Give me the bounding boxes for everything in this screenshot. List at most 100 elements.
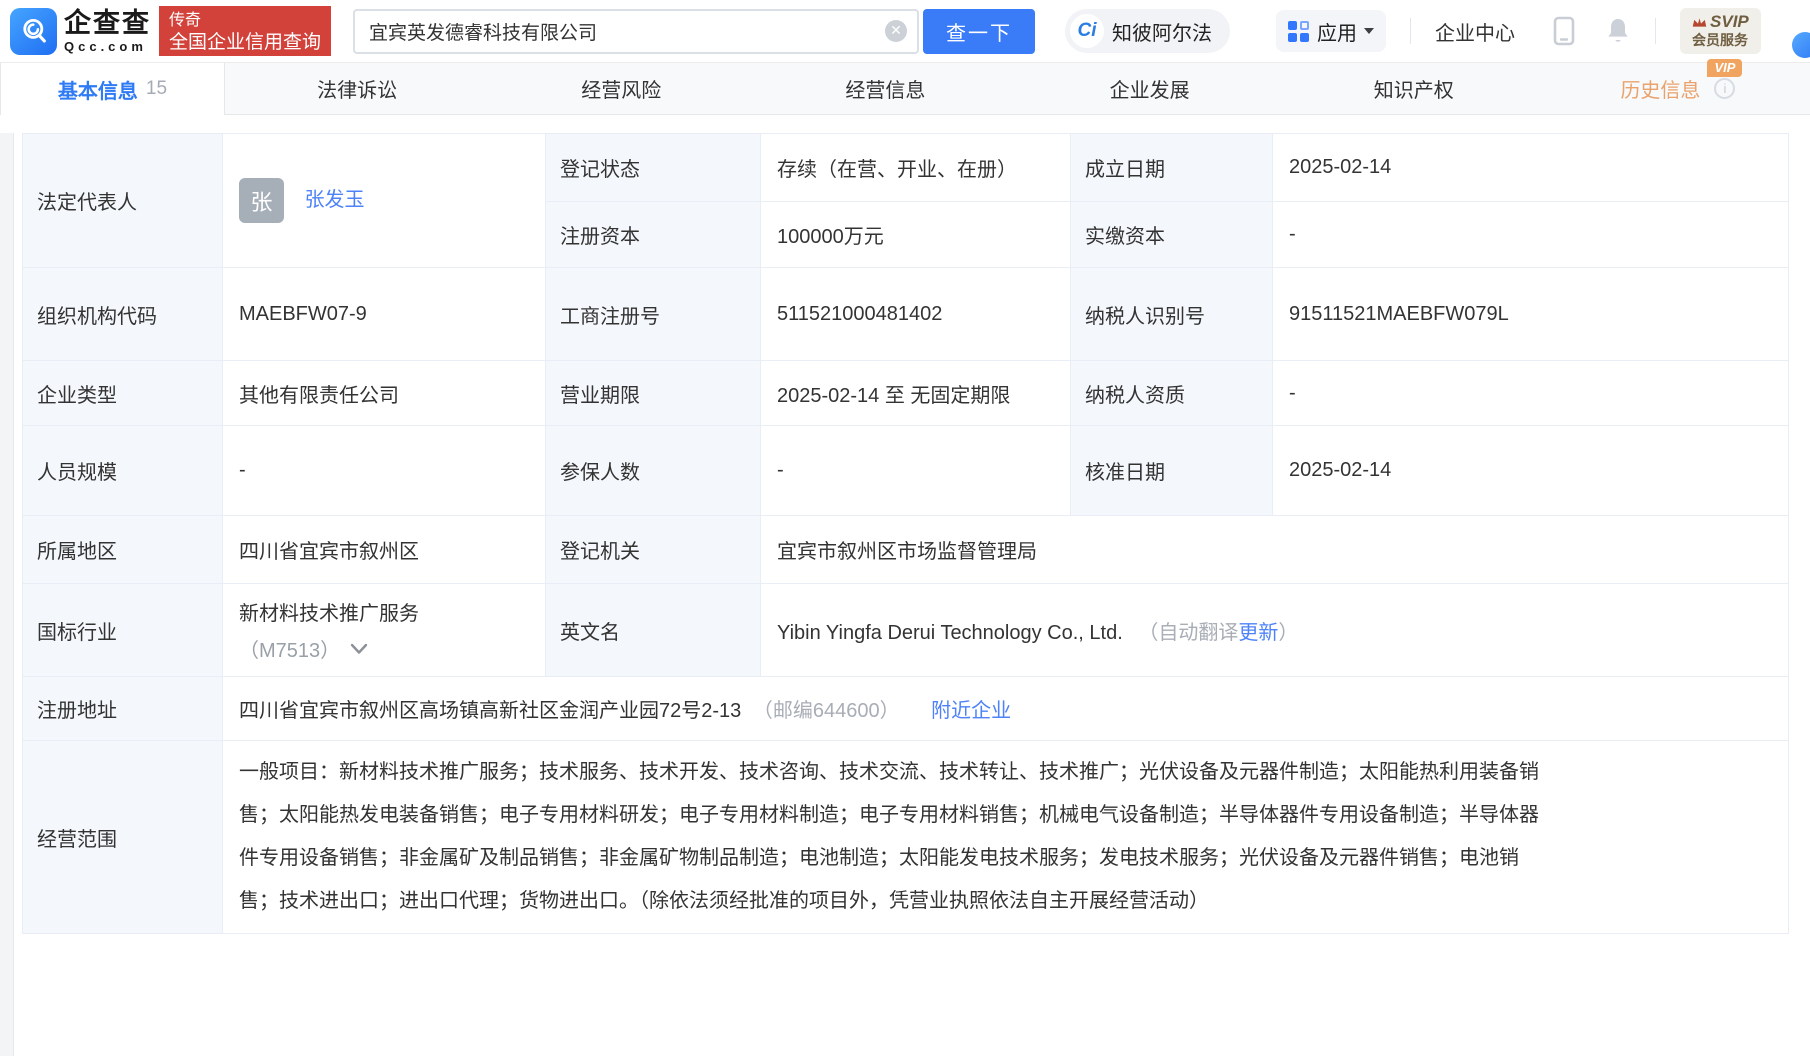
table-row: 组织机构代码 MAEBFW07-9 工商注册号 511521000481402 … bbox=[23, 268, 1789, 361]
divider bbox=[1410, 18, 1411, 44]
left-gutter bbox=[0, 133, 14, 1056]
field-label-industry: 国标行业 bbox=[23, 584, 223, 677]
field-label-org-code: 组织机构代码 bbox=[23, 268, 223, 361]
enterprise-center-link[interactable]: 企业中心 bbox=[1435, 17, 1515, 46]
legal-rep-link[interactable]: 张发玉 bbox=[305, 189, 365, 211]
chevron-down-icon bbox=[1364, 28, 1374, 34]
company-basic-info-table: 法定代表人 张 张发玉 登记状态 存续（在营、开业、在册） 成立日期 2025-… bbox=[22, 133, 1789, 934]
section-tabbar: 基本信息 15 法律诉讼 经营风险 经营信息 企业发展 知识产权 历史信息 VI… bbox=[0, 62, 1810, 115]
promo-line1: 传奇 bbox=[169, 11, 321, 31]
field-label-business-scope: 经营范围 bbox=[23, 741, 223, 934]
notifications-bell-icon[interactable] bbox=[1605, 17, 1631, 45]
chevron-down-icon[interactable] bbox=[350, 643, 368, 655]
zhipi-alpha-icon: Ci bbox=[1070, 14, 1104, 48]
svip-line1: SVIP bbox=[1692, 12, 1749, 32]
apps-label: 应用 bbox=[1317, 17, 1357, 46]
tab-intellectual-property[interactable]: 知识产权 bbox=[1282, 63, 1546, 114]
table-row: 国标行业 新材料技术推广服务 （M7513） 英文名 Yibin Yingfa … bbox=[23, 584, 1789, 677]
field-label-legal-rep: 法定代表人 bbox=[23, 134, 223, 268]
mobile-app-icon[interactable] bbox=[1553, 16, 1575, 46]
translate-note-prefix: （自动翻译 bbox=[1138, 622, 1238, 644]
table-row: 所属地区 四川省宜宾市叙州区 登记机关 宜宾市叙州区市场监督管理局 bbox=[23, 516, 1789, 584]
floating-widget-partial[interactable] bbox=[1792, 32, 1810, 58]
field-label-insured-count: 参保人数 bbox=[546, 426, 761, 516]
search-box: ✕ bbox=[353, 9, 919, 54]
field-value-english-name: Yibin Yingfa Derui Technology Co., Ltd. … bbox=[761, 584, 1789, 677]
field-label-english-name: 英文名 bbox=[546, 584, 761, 677]
industry-code-row: （M7513） bbox=[239, 634, 533, 663]
search-input[interactable] bbox=[353, 9, 919, 54]
svip-line2: 会员服务 bbox=[1692, 32, 1749, 49]
clear-icon[interactable]: ✕ bbox=[885, 20, 907, 42]
translate-note-suffix: ） bbox=[1278, 622, 1298, 644]
field-label-biz-reg-no: 工商注册号 bbox=[546, 268, 761, 361]
field-value-approval-date: 2025-02-14 bbox=[1273, 426, 1789, 516]
vip-badge: VIP bbox=[1707, 59, 1742, 77]
address-postcode: （邮编644600） bbox=[753, 700, 900, 722]
field-value-org-code: MAEBFW07-9 bbox=[223, 268, 546, 361]
table-row: 企业类型 其他有限责任公司 营业期限 2025-02-14 至 无固定期限 纳税… bbox=[23, 361, 1789, 426]
table-row: 经营范围 一般项目：新材料技术推广服务；技术服务、技术开发、技术咨询、技术交流、… bbox=[23, 741, 1789, 934]
crown-icon bbox=[1692, 17, 1707, 28]
field-value-biz-term: 2025-02-14 至 无固定期限 bbox=[761, 361, 1071, 426]
tab-basic-info[interactable]: 基本信息 15 bbox=[0, 63, 225, 115]
english-name: Yibin Yingfa Derui Technology Co., Ltd. bbox=[777, 622, 1123, 644]
brand-domain: Qcc.com bbox=[64, 40, 151, 53]
field-value-staff-size: - bbox=[223, 426, 546, 516]
tab-history-info[interactable]: 历史信息 VIP i bbox=[1546, 63, 1810, 114]
field-label-reg-status: 登记状态 bbox=[546, 134, 761, 202]
field-value-insured-count: - bbox=[761, 426, 1071, 516]
top-header: 企查查 Qcc.com 传奇 全国企业信用查询 ✕ 查一下 Ci 知彼阿尔法 应… bbox=[0, 0, 1810, 62]
svip-text: SVIP bbox=[1710, 12, 1749, 32]
table-row: 注册地址 四川省宜宾市叙州区高场镇高新社区金润产业园72号2-13 （邮编644… bbox=[23, 677, 1789, 741]
qcc-logo-text: 企查查 Qcc.com bbox=[64, 10, 151, 53]
field-label-taxpayer-quality: 纳税人资质 bbox=[1071, 361, 1273, 426]
search-button[interactable]: 查一下 bbox=[923, 9, 1035, 54]
tab-label: 基本信息 bbox=[58, 75, 138, 104]
zhipi-alpha-entry[interactable]: Ci 知彼阿尔法 bbox=[1065, 9, 1230, 53]
field-value-reg-authority: 宜宾市叙州区市场监督管理局 bbox=[761, 516, 1789, 584]
avatar[interactable]: 张 bbox=[239, 178, 284, 223]
zhipi-alpha-label: 知彼阿尔法 bbox=[1112, 17, 1212, 46]
table-row: 法定代表人 张 张发玉 登记状态 存续（在营、开业、在册） 成立日期 2025-… bbox=[23, 134, 1789, 202]
info-icon[interactable]: i bbox=[1714, 78, 1735, 99]
field-value-reg-status: 存续（在营、开业、在册） bbox=[761, 134, 1071, 202]
tab-label: 经营风险 bbox=[581, 74, 661, 103]
field-label-biz-term: 营业期限 bbox=[546, 361, 761, 426]
tab-legal-litigation[interactable]: 法律诉讼 bbox=[225, 63, 489, 114]
tab-count: 15 bbox=[146, 78, 167, 100]
divider bbox=[1655, 18, 1656, 44]
tab-label: 法律诉讼 bbox=[317, 74, 397, 103]
nearby-companies-link[interactable]: 附近企业 bbox=[931, 700, 1011, 722]
field-label-paid-capital: 实缴资本 bbox=[1071, 202, 1273, 268]
promo-badge[interactable]: 传奇 全国企业信用查询 bbox=[159, 6, 331, 56]
tab-label: 历史信息 bbox=[1620, 80, 1700, 102]
field-value-region: 四川省宜宾市叙州区 bbox=[223, 516, 546, 584]
field-value-business-scope: 一般项目：新材料技术推广服务；技术服务、技术开发、技术咨询、技术交流、技术转让、… bbox=[223, 741, 1789, 934]
promo-line2: 全国企业信用查询 bbox=[169, 31, 321, 55]
tab-label: 企业发展 bbox=[1110, 74, 1190, 103]
tab-company-development[interactable]: 企业发展 bbox=[1018, 63, 1282, 114]
tab-label: 经营信息 bbox=[845, 74, 925, 103]
qcc-logo[interactable]: 企查查 Qcc.com bbox=[10, 8, 151, 55]
tab-operating-risk[interactable]: 经营风险 bbox=[489, 63, 753, 114]
basic-info-panel: 企查查 QCC.COM 企查查 QCC.COM 企查查 QCC.COM 企查查 … bbox=[0, 133, 1810, 1056]
address-text: 四川省宜宾市叙州区高场镇高新社区金润产业园72号2-13 bbox=[239, 700, 741, 722]
field-label-est-date: 成立日期 bbox=[1071, 134, 1273, 202]
field-value-taxpayer-quality: - bbox=[1273, 361, 1789, 426]
field-label-reg-authority: 登记机关 bbox=[546, 516, 761, 584]
field-label-approval-date: 核准日期 bbox=[1071, 426, 1273, 516]
translate-update-link[interactable]: 更新 bbox=[1238, 622, 1278, 644]
industry-code: （M7513） bbox=[239, 634, 340, 663]
svip-membership-badge[interactable]: SVIP 会员服务 bbox=[1680, 8, 1761, 54]
apps-grid-icon bbox=[1288, 21, 1309, 42]
table-row: 人员规模 - 参保人数 - 核准日期 2025-02-14 bbox=[23, 426, 1789, 516]
field-value-company-type: 其他有限责任公司 bbox=[223, 361, 546, 426]
search-area: ✕ 查一下 bbox=[353, 9, 1035, 54]
field-label-taxpayer-id: 纳税人识别号 bbox=[1071, 268, 1273, 361]
tab-operating-info[interactable]: 经营信息 bbox=[753, 63, 1017, 114]
apps-menu[interactable]: 应用 bbox=[1276, 10, 1386, 52]
field-value-biz-reg-no: 511521000481402 bbox=[761, 268, 1071, 361]
field-label-address: 注册地址 bbox=[23, 677, 223, 741]
industry-name: 新材料技术推广服务 bbox=[239, 597, 533, 626]
